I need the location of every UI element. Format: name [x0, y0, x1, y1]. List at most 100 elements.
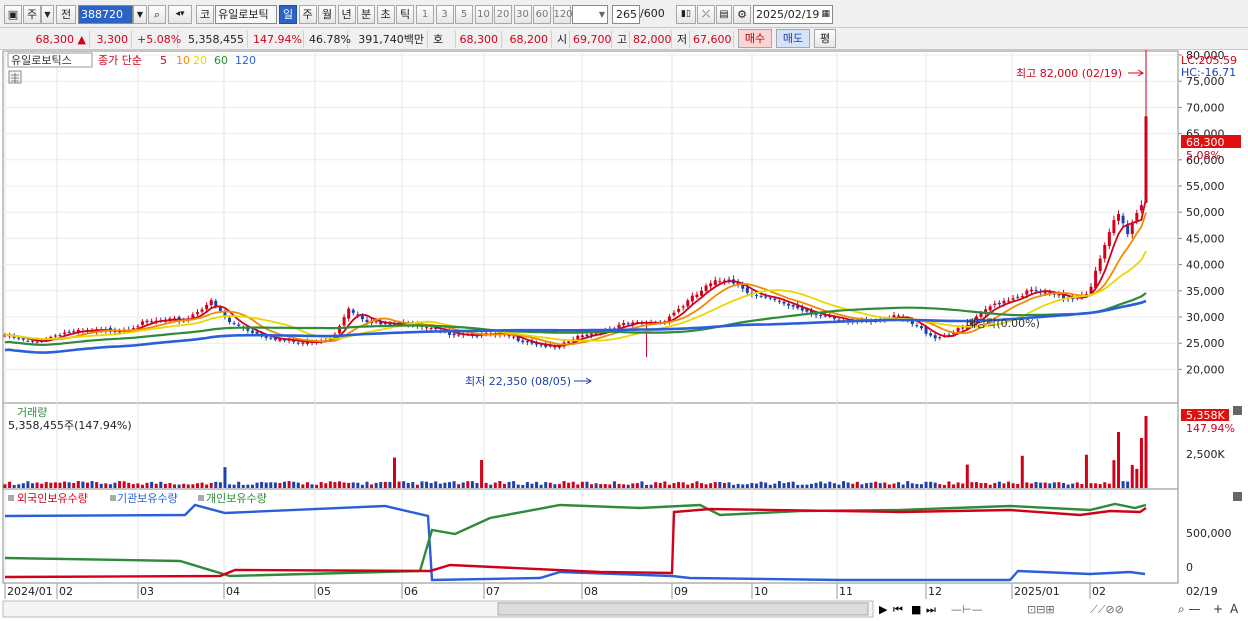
- interval-button-20[interactable]: 20: [494, 5, 512, 24]
- period-button-6[interactable]: 틱: [396, 5, 414, 24]
- stop-icon[interactable]: ■: [911, 603, 921, 616]
- volume-bar: [1007, 481, 1011, 488]
- scroll-last-icon[interactable]: ⏭: [926, 603, 936, 616]
- interval-button-30[interactable]: 30: [513, 5, 532, 24]
- candle-body: [915, 325, 919, 327]
- candle-body: [1117, 214, 1121, 221]
- draw-tool-icon[interactable]: ⤫: [697, 5, 715, 24]
- scroll-first-icon[interactable]: ⏮: [893, 603, 903, 616]
- legend-ma-label: 종가 단순: [98, 54, 142, 67]
- save-icon[interactable]: ▤: [716, 5, 732, 24]
- candle-body: [585, 334, 589, 337]
- volume-bar: [585, 481, 589, 488]
- volume-close-icon[interactable]: [1233, 406, 1242, 415]
- interval-dropdown[interactable]: ▼: [572, 5, 608, 24]
- gear-icon[interactable]: ⚙: [733, 5, 751, 24]
- font-size-icon[interactable]: A: [1230, 602, 1239, 616]
- volume-bar: [1117, 432, 1121, 488]
- volume-bar: [553, 484, 557, 488]
- volume-bar: [40, 483, 44, 488]
- period-button-3[interactable]: 년: [337, 5, 356, 24]
- volume-bar: [173, 484, 177, 488]
- window-menu-icon[interactable]: ▣: [4, 5, 22, 24]
- date-input[interactable]: 2025/02/19 ▦: [753, 5, 833, 24]
- volume-bar: [727, 482, 731, 488]
- period-button-5[interactable]: 초: [376, 5, 395, 24]
- period-button-4[interactable]: 분: [357, 5, 375, 24]
- volume-bar: [521, 484, 525, 488]
- volume-bar: [425, 481, 429, 488]
- candle-body: [1016, 296, 1020, 298]
- volume-bar: [26, 481, 30, 488]
- zoom-out-icon[interactable]: ⌕ —: [1178, 602, 1201, 616]
- volume-bar: [787, 482, 791, 488]
- prev-button[interactable]: 전: [56, 5, 76, 24]
- speaker-icon[interactable]: ◂▾: [168, 5, 192, 24]
- holdings-close-icon[interactable]: [1233, 492, 1242, 501]
- volume-bar: [232, 484, 236, 488]
- x-axis-label: 10: [754, 585, 768, 598]
- candle-type-icon[interactable]: ▮▯: [676, 5, 696, 24]
- price-y-tick: 20,000: [1186, 363, 1225, 376]
- volume-bar: [370, 484, 374, 488]
- draw-tools-icon[interactable]: ⟋⟋⊘⊘: [1090, 603, 1124, 616]
- code-dropdown-icon[interactable]: ▼: [133, 5, 147, 24]
- stock-chart[interactable]: 80,00075,00070,00065,00060,00055,00050,0…: [0, 50, 1248, 621]
- interval-button-10[interactable]: 10: [474, 5, 493, 24]
- zoom-in-icon[interactable]: +: [1213, 602, 1223, 616]
- volume-bar: [544, 482, 548, 488]
- x-axis-label: 08: [584, 585, 598, 598]
- average-button[interactable]: 평: [814, 29, 836, 48]
- count-input[interactable]: 265: [612, 5, 640, 24]
- x-axis-label: 2024/01: [7, 585, 53, 598]
- volume-bar: [782, 483, 786, 488]
- quote-bid: 68,200: [504, 31, 552, 48]
- market-button[interactable]: 주: [23, 5, 41, 24]
- type-button[interactable]: 코: [196, 5, 214, 24]
- x-axis-label: 02: [59, 585, 73, 598]
- volume-bar: [44, 481, 48, 488]
- volume-bar: [590, 484, 594, 488]
- volume-bar: [1103, 482, 1107, 488]
- volume-bar: [131, 484, 135, 488]
- market-dropdown-icon[interactable]: ▼: [41, 5, 54, 24]
- volume-bar: [919, 484, 923, 488]
- candle-body: [709, 283, 713, 287]
- volume-bar: [315, 484, 319, 488]
- search-icon[interactable]: ⌕: [148, 5, 166, 24]
- period-button-2[interactable]: 월: [318, 5, 336, 24]
- candle-body: [26, 340, 30, 342]
- calendar-icon[interactable]: ▦: [821, 6, 830, 23]
- volume-bar: [929, 481, 933, 488]
- candle-body: [209, 300, 213, 306]
- interval-button-5[interactable]: 5: [455, 5, 473, 24]
- price-value: 68,300: [35, 33, 75, 46]
- candle-body: [1020, 296, 1024, 298]
- low-note: 최저 22,350 (08/05): [465, 375, 571, 388]
- holdings-panel-frame: [2, 488, 1179, 584]
- scroll-right-icon[interactable]: ▶: [879, 603, 888, 616]
- sell-button[interactable]: 매도: [776, 29, 810, 48]
- volume-bar: [8, 481, 12, 488]
- period-button-1[interactable]: 주: [298, 5, 317, 24]
- scroll-thumb[interactable]: [497, 602, 869, 616]
- buy-button[interactable]: 매수: [738, 29, 772, 48]
- candle-body: [17, 337, 21, 339]
- interval-button-1[interactable]: 1: [416, 5, 434, 24]
- volume-bar: [76, 481, 80, 488]
- zoom-slider-icon[interactable]: —⊢—: [951, 603, 983, 616]
- candle-body: [53, 335, 57, 337]
- volume-bar: [567, 482, 571, 488]
- price-panel-frame: [2, 50, 1179, 404]
- interval-button-3[interactable]: 3: [435, 5, 454, 24]
- volume-bar: [864, 483, 868, 488]
- stock-code-input[interactable]: 388720: [78, 5, 133, 24]
- candle-body: [773, 298, 777, 300]
- period-button-0[interactable]: 일: [279, 5, 297, 24]
- volume-bar: [892, 483, 896, 488]
- volume-bar: [745, 484, 749, 488]
- interval-button-60[interactable]: 60: [533, 5, 551, 24]
- layout-icons[interactable]: ⊡⊟⊞: [1027, 603, 1055, 616]
- volume-bar: [507, 481, 511, 488]
- interval-button-120[interactable]: 120: [552, 5, 573, 24]
